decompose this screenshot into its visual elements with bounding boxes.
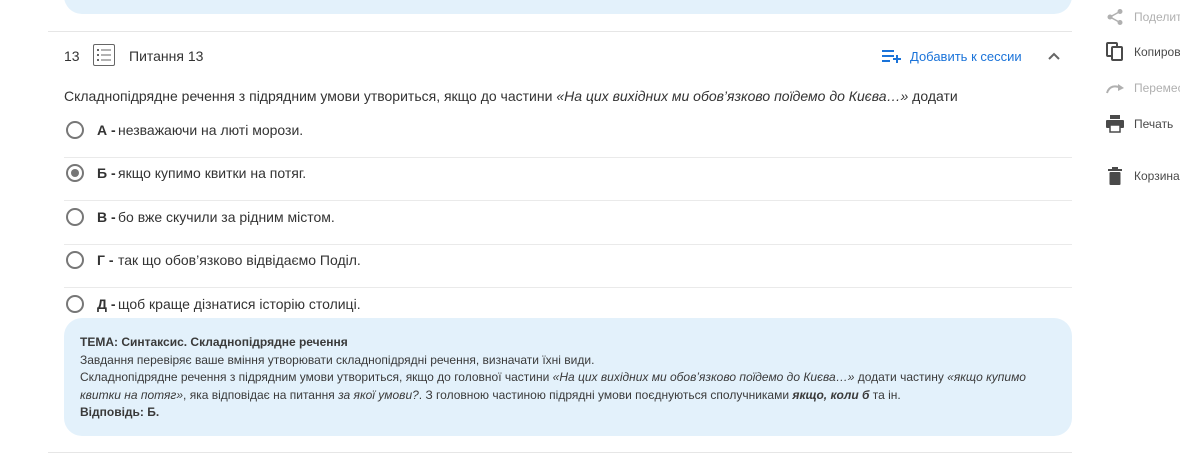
option-text: якщо купимо квитки на потяг. (118, 165, 307, 181)
option-text: незважаючи на люті морози. (118, 122, 304, 138)
question-text: Складнопідрядне речення з підрядним умов… (64, 88, 958, 104)
question-header: 13 Питання 13 Добавить к сессии (64, 44, 1070, 68)
add-to-session-label: Добавить к сессии (910, 48, 1022, 64)
radio-button[interactable] (66, 208, 84, 226)
redo-arrow-icon (1104, 78, 1126, 98)
option-letter: Г - (97, 252, 114, 268)
question-number: 13 (64, 48, 80, 64)
print-icon (1104, 114, 1126, 134)
print-button[interactable]: Печать (1104, 114, 1173, 134)
share-button[interactable]: Поделиться (1104, 7, 1180, 27)
divider (48, 31, 1072, 32)
chevron-up-icon[interactable] (1046, 48, 1062, 64)
trash-button[interactable]: Корзина (1104, 166, 1180, 186)
option-letter: А - (97, 122, 116, 138)
radio-button[interactable] (66, 295, 84, 313)
option-letter: Б - (97, 165, 116, 181)
copy-label: Копировать (1134, 45, 1180, 59)
option-letter: Д - (97, 296, 116, 312)
move-button[interactable]: Переместить (1104, 78, 1180, 98)
trash-label: Корзина (1134, 169, 1180, 183)
explanation-line: Завдання перевіряє ваше вміння утворюват… (80, 352, 595, 367)
copy-icon (1104, 42, 1126, 62)
answer-option-b[interactable]: Б - якщо купимо квитки на потяг. (64, 157, 1072, 201)
print-label: Печать (1134, 117, 1174, 131)
question-title: Питання 13 (129, 48, 204, 64)
answer-option-h[interactable]: Г - так що обов’язково відвідаємо Поділ. (64, 244, 1072, 288)
explanation-answer: Відповідь: Б. (80, 405, 160, 419)
answer-option-a[interactable]: А - незважаючи на люті морози. (64, 114, 1072, 158)
explanation-topic: ТЕМА: Синтаксис. Складнопідрядне речення (80, 335, 348, 349)
trash-icon (1104, 166, 1126, 186)
answer-option-v[interactable]: В - бо вже скучили за рідним містом. (64, 201, 1072, 245)
previous-explanation-box (64, 0, 1072, 14)
playlist-add-icon (882, 49, 902, 63)
radio-button-checked[interactable] (66, 164, 84, 182)
option-text: щоб краще дізнатися історію столиці. (118, 296, 361, 312)
explanation-paragraph: Складнопідрядне речення з підрядним умов… (80, 370, 1026, 402)
option-text: бо вже скучили за рідним містом. (118, 209, 335, 225)
divider (48, 452, 1072, 453)
share-icon (1104, 7, 1126, 27)
add-to-session-button[interactable]: Добавить к сессии (882, 47, 1022, 65)
option-letter: В - (97, 209, 116, 225)
option-text: так що обов’язково відвідаємо Поділ. (118, 252, 361, 268)
copy-button[interactable]: Копировать (1104, 42, 1180, 62)
move-label: Переместить (1134, 81, 1180, 95)
explanation-box: ТЕМА: Синтаксис. Складнопідрядне речення… (64, 318, 1072, 436)
list-icon[interactable] (93, 44, 115, 66)
radio-button[interactable] (66, 251, 84, 269)
radio-button[interactable] (66, 121, 84, 139)
share-label: Поделиться (1134, 10, 1180, 24)
question-page: 13 Питання 13 Добавить к сессии Складноп… (0, 0, 1180, 464)
